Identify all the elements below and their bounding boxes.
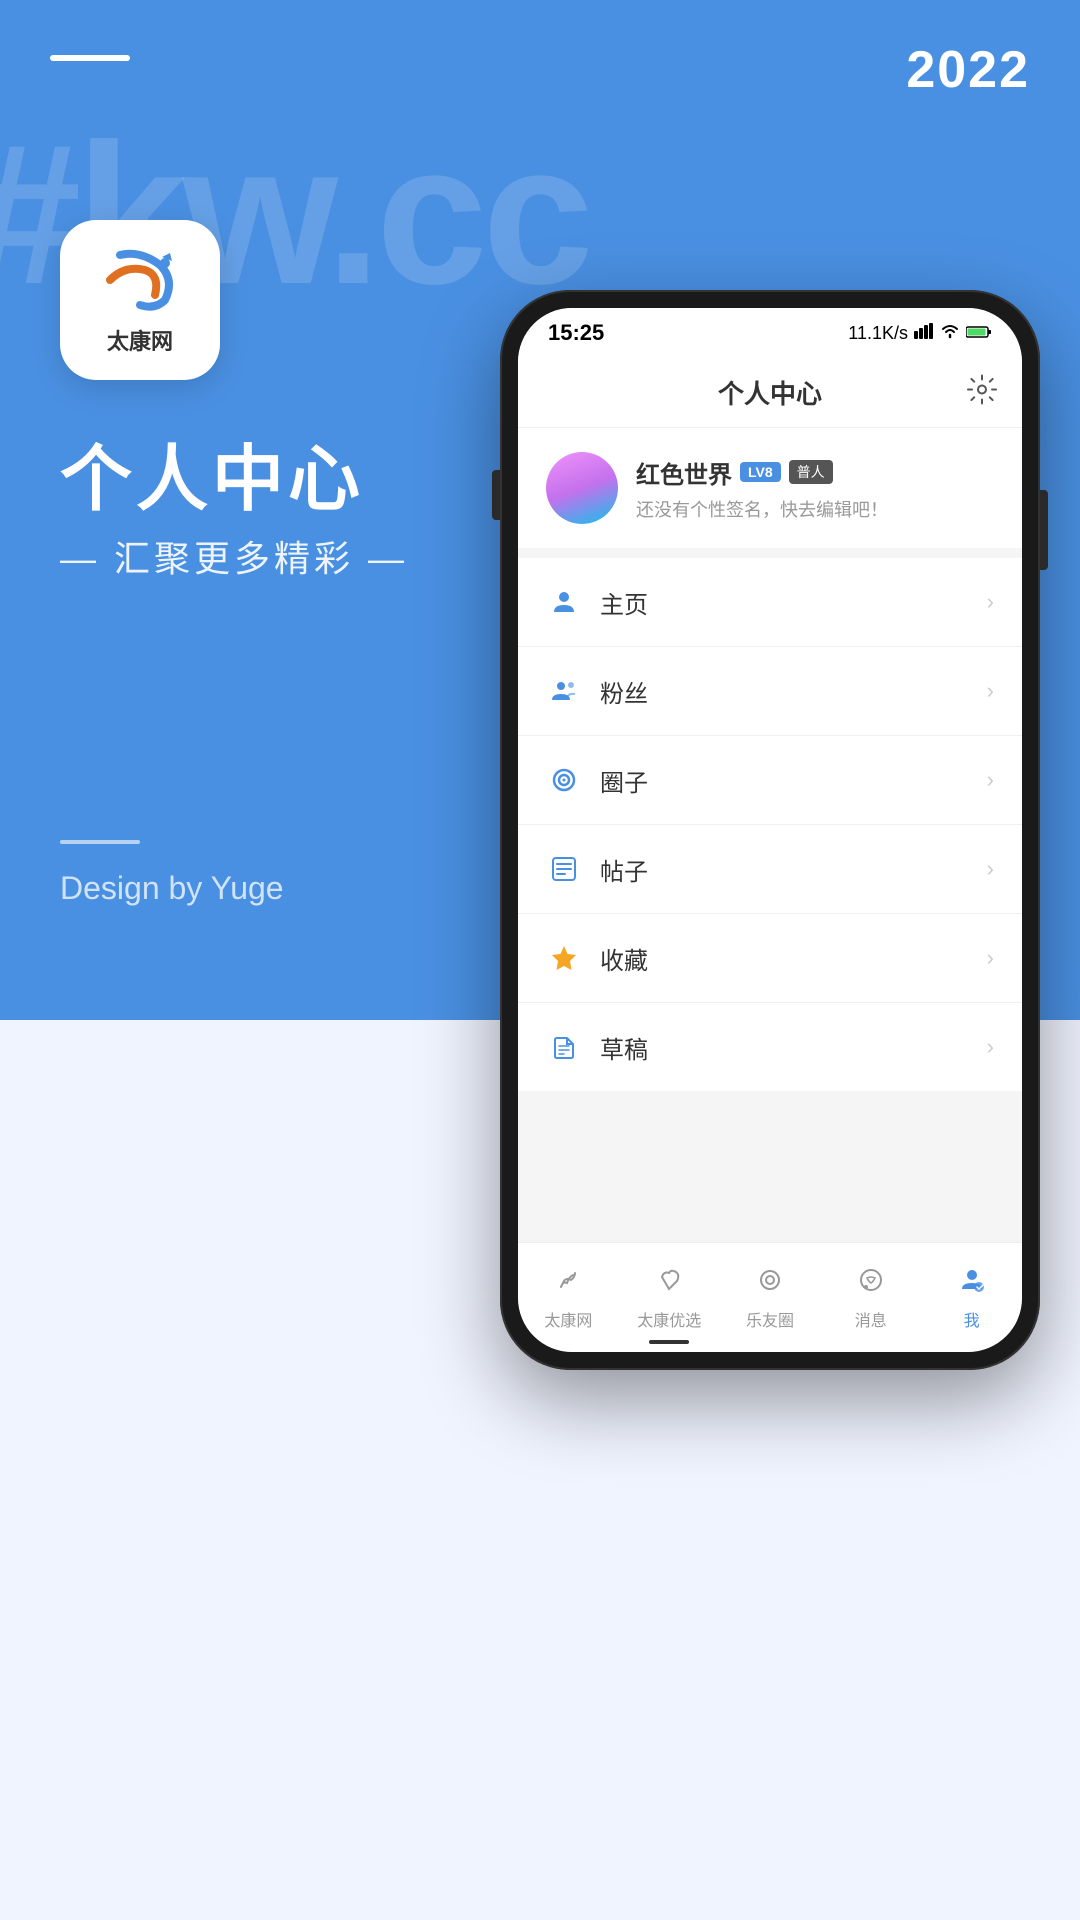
status-icons: 11.1K/s	[848, 323, 992, 344]
menu-item-draft[interactable]: 草稿 ›	[518, 1003, 1022, 1091]
nav-item-circle[interactable]: 乐友圈	[720, 1265, 821, 1331]
profile-name-row: 红色世界 LV8 普人	[636, 455, 994, 490]
nav-icon-message	[856, 1265, 886, 1303]
phone-outer: 15:25 11.1K/s	[500, 290, 1040, 1370]
nav-item-message[interactable]: 消息	[820, 1265, 921, 1331]
settings-button[interactable]	[966, 373, 998, 412]
menu-label-draft: 草稿	[600, 1030, 987, 1065]
panel-subtitle: — 汇聚更多精彩 —	[60, 530, 408, 582]
menu-item-circle[interactable]: 圈子 ›	[518, 736, 1022, 825]
top-dash	[50, 55, 130, 61]
menu-item-home[interactable]: 主页 ›	[518, 558, 1022, 647]
signal-icon	[914, 323, 934, 344]
menu-label-favorites: 收藏	[600, 941, 987, 976]
wifi-icon	[940, 323, 960, 344]
type-badge: 普人	[789, 460, 833, 484]
profile-name: 红色世界	[636, 455, 732, 490]
nav-item-select[interactable]: 太康优选	[619, 1265, 720, 1331]
profile-info: 红色世界 LV8 普人 还没有个性签名，快去编辑吧！	[636, 455, 994, 522]
app-logo: 太康网	[60, 220, 220, 380]
profile-section[interactable]: 红色世界 LV8 普人 还没有个性签名，快去编辑吧！	[518, 428, 1022, 548]
bottom-nav: 太康网 太康优选	[518, 1242, 1022, 1352]
menu-label-circle: 圈子	[600, 763, 987, 798]
battery-icon	[966, 323, 992, 344]
app-header-title: 个人中心	[718, 374, 822, 411]
year-label: 2022	[906, 40, 1030, 100]
menu-label-post: 帖子	[600, 852, 987, 887]
menu-list: 主页 › 粉丝	[518, 558, 1022, 1091]
menu-item-post[interactable]: 帖子 ›	[518, 825, 1022, 914]
star-icon	[546, 940, 582, 976]
designer-label: Design by Yuge	[60, 870, 284, 907]
arrow-icon: ›	[987, 945, 994, 971]
panel-title: 个人中心	[60, 420, 364, 525]
status-time: 15:25	[548, 320, 604, 346]
nav-icon-home	[553, 1265, 583, 1303]
draft-icon	[546, 1029, 582, 1065]
nav-label-select: 太康优选	[637, 1307, 701, 1331]
logo-text: 太康网	[90, 324, 190, 356]
status-bar: 15:25 11.1K/s	[518, 308, 1022, 358]
profile-bio: 还没有个性签名，快去编辑吧！	[636, 496, 994, 522]
panel-dash	[60, 840, 140, 844]
menu-label-home: 主页	[600, 585, 987, 620]
phone-mockup: 15:25 11.1K/s	[500, 290, 1040, 1370]
nav-label-circle: 乐友圈	[746, 1307, 794, 1331]
nav-label-home: 太康网	[544, 1307, 592, 1331]
phone-screen: 15:25 11.1K/s	[518, 308, 1022, 1352]
avatar-image	[546, 452, 618, 524]
nav-icon-select	[654, 1265, 684, 1303]
menu-label-fans: 粉丝	[600, 674, 987, 709]
arrow-icon: ›	[987, 589, 994, 615]
arrow-icon: ›	[987, 678, 994, 704]
arrow-icon: ›	[987, 1034, 994, 1060]
nav-item-me[interactable]: 我	[921, 1265, 1022, 1331]
fans-icon	[546, 673, 582, 709]
app-header: 个人中心	[518, 358, 1022, 428]
arrow-icon: ›	[987, 856, 994, 882]
network-speed: 11.1K/s	[848, 323, 908, 344]
nav-icon-me	[957, 1265, 987, 1303]
post-icon	[546, 851, 582, 887]
arrow-icon: ›	[987, 767, 994, 793]
avatar	[546, 452, 618, 524]
home-icon	[546, 584, 582, 620]
nav-active-indicator	[649, 1340, 689, 1344]
menu-item-favorites[interactable]: 收藏 ›	[518, 914, 1022, 1003]
nav-label-message: 消息	[855, 1307, 887, 1331]
level-badge: LV8	[740, 462, 781, 482]
menu-item-fans[interactable]: 粉丝 ›	[518, 647, 1022, 736]
nav-label-me: 我	[964, 1307, 980, 1331]
circle-icon	[546, 762, 582, 798]
nav-item-home[interactable]: 太康网	[518, 1265, 619, 1331]
screen-content: 红色世界 LV8 普人 还没有个性签名，快去编辑吧！	[518, 428, 1022, 1242]
nav-icon-circle	[755, 1265, 785, 1303]
